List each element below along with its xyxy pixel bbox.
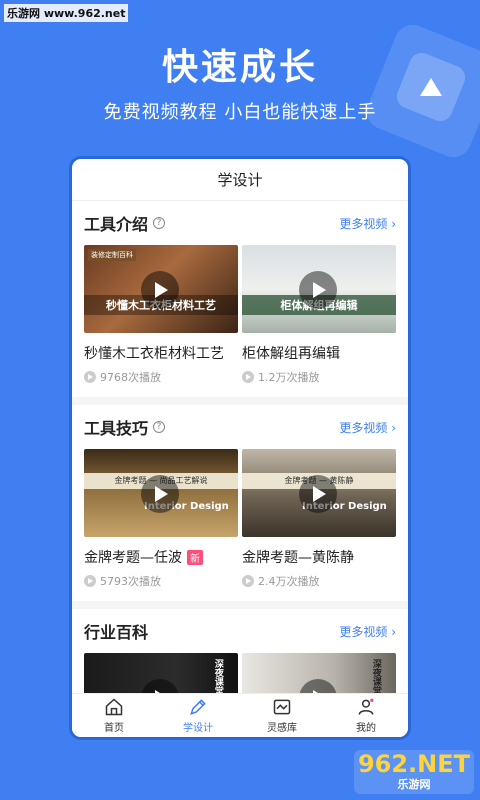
view-count-text: 2.4万次播放 [258,575,320,588]
video-thumbnail[interactable]: 金牌考题 — 尚品工艺解说 Interior Design [84,449,238,537]
play-icon[interactable] [299,271,337,309]
subheadline: 免费视频教程 小白也能快速上手 [103,102,377,123]
view-count-text: 5793次播放 [100,575,161,588]
video-title-text: 秒懂木工衣柜材料工艺 [84,346,224,362]
view-count: 2.4万次播放 [242,573,396,589]
video-card[interactable]: 柜体解组再编辑 柜体解组再编辑 1.2万次播放 [242,245,396,385]
section-title-text: 工具介绍 [84,215,149,234]
tab-mine[interactable]: 我的 [324,694,408,737]
video-card[interactable]: 金牌考题 — 黄陈静 Interior Design 金牌考题—黄陈静 2.4万… [242,449,396,589]
more-videos-link[interactable]: 更多视频 › [339,419,396,436]
play-icon[interactable] [141,475,179,513]
tab-label: 首页 [104,723,124,734]
thumbnail-text: 深夜课堂 [370,659,381,695]
video-title[interactable]: 柜体解组再编辑 [242,343,396,363]
section-title: 行业百科 [84,619,148,643]
view-count-text: 9768次播放 [100,371,161,384]
inspiration-icon [273,699,291,715]
tab-label: 灵感库 [267,723,297,734]
play-count-icon [84,371,96,383]
view-count: 5793次播放 [84,573,238,589]
tab-learn-design[interactable]: 学设计 [156,694,240,737]
phone-screen: 学设计 工具介绍 ? 更多视频 › 装修定制百科 秒懂木工衣柜材料工艺 秒懂木工… [69,156,411,740]
video-title-text: 金牌考题—黄陈静 [242,550,354,566]
site-logo-watermark: 962.NET 乐游网 [354,750,474,794]
user-icon [358,698,374,715]
video-title-text: 金牌考题—任波 [84,550,182,566]
section-title: 工具介绍 ? [84,211,166,235]
tab-home[interactable]: 首页 [72,694,156,737]
video-title[interactable]: 秒懂木工衣柜材料工艺 [84,343,238,363]
video-card[interactable]: 装修定制百科 秒懂木工衣柜材料工艺 秒懂木工衣柜材料工艺 9768次播放 [84,245,238,385]
help-icon[interactable]: ? [153,217,166,229]
play-count-icon [242,371,254,383]
section-title-text: 工具技巧 [84,419,149,438]
watermark-logo-text: 962.NET [357,750,471,778]
view-count: 9768次播放 [84,369,238,385]
section-title: 工具技巧 ? [84,415,166,439]
video-title[interactable]: 金牌考题—任波新 [84,547,238,567]
site-watermark: 乐游网 www.962.net [4,4,129,22]
play-icon[interactable] [141,271,179,309]
section-title-text: 行业百科 [84,623,149,642]
page-title: 学设计 [72,159,408,201]
pencil-icon [190,699,206,715]
video-card[interactable]: 金牌考题 — 尚品工艺解说 Interior Design 金牌考题—任波新 5… [84,449,238,589]
section-tool-intro: 工具介绍 ? 更多视频 › 装修定制百科 秒懂木工衣柜材料工艺 秒懂木工衣柜材料… [72,201,408,385]
video-thumbnail[interactable]: 柜体解组再编辑 [242,245,396,333]
section-divider [72,601,408,609]
new-badge: 新 [187,549,203,565]
headline: 快速成长 [161,47,318,88]
thumbnail-tag: 装修定制百科 [88,249,136,262]
video-title[interactable]: 金牌考题—黄陈静 [242,547,396,567]
video-title-text: 柜体解组再编辑 [242,346,340,362]
watermark-sub-text: 乐游网 [397,778,431,791]
view-count: 1.2万次播放 [242,369,396,385]
play-icon[interactable] [299,475,337,513]
section-divider [72,397,408,405]
help-icon[interactable]: ? [153,421,166,433]
bottom-tab-bar: 首页 学设计 灵感库 我的 [72,693,408,737]
play-count-icon [242,575,254,587]
play-count-icon [84,575,96,587]
tab-label: 学设计 [183,723,213,734]
view-count-text: 1.2万次播放 [258,371,320,384]
tab-label: 我的 [356,723,376,734]
home-icon [105,698,123,716]
tab-inspiration[interactable]: 灵感库 [240,694,324,737]
section-tool-tips: 工具技巧 ? 更多视频 › 金牌考题 — 尚品工艺解说 Interior Des… [72,405,408,589]
more-videos-link[interactable]: 更多视频 › [339,215,396,232]
video-thumbnail[interactable]: 装修定制百科 秒懂木工衣柜材料工艺 [84,245,238,333]
thumbnail-text: 深夜课堂 [212,659,223,695]
video-thumbnail[interactable]: 金牌考题 — 黄陈静 Interior Design [242,449,396,537]
more-videos-link[interactable]: 更多视频 › [339,623,396,640]
